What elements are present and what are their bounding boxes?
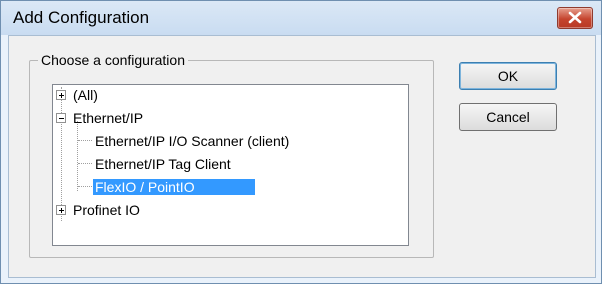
dialog-body: Choose a configuration (All) Ethernet/IP	[8, 35, 596, 278]
tree-node-label: FlexIO / PointIO	[93, 179, 255, 195]
close-icon	[568, 11, 582, 24]
tree-node-label: Profinet IO	[73, 202, 140, 218]
tree-node-label: Ethernet/IP I/O Scanner (client)	[95, 133, 290, 149]
expand-plus-icon[interactable]	[56, 90, 66, 100]
dialog-window: Add Configuration Choose a configuration…	[0, 0, 602, 284]
tree-node-flexio-pointio[interactable]: FlexIO / PointIO	[93, 178, 255, 196]
group-label: Choose a configuration	[38, 52, 188, 68]
dialog-title: Add Configuration	[13, 8, 150, 27]
ok-button[interactable]: OK	[459, 62, 557, 90]
tree-node-ethernet-ip-io-scanner[interactable]: Ethernet/IP I/O Scanner (client)	[93, 132, 291, 150]
tree-node-label: Ethernet/IP Tag Client	[95, 156, 231, 172]
cancel-button[interactable]: Cancel	[459, 103, 557, 131]
tree-node-ethernet-ip-tag-client[interactable]: Ethernet/IP Tag Client	[93, 155, 233, 173]
configuration-tree[interactable]: (All) Ethernet/IP Ethernet/IP I/O Scanne…	[52, 84, 409, 246]
close-button[interactable]	[557, 7, 593, 29]
title-bar[interactable]: Add Configuration	[1, 1, 601, 35]
tree-connector-line	[78, 186, 92, 187]
tree-node-all[interactable]: (All)	[56, 86, 100, 104]
tree-connector-line	[78, 163, 92, 164]
tree-node-label: (All)	[73, 87, 98, 103]
configuration-group: Choose a configuration (All) Ethernet/IP	[29, 52, 434, 258]
collapse-minus-icon[interactable]	[56, 113, 66, 123]
tree-connector-line	[77, 121, 78, 191]
expand-plus-icon[interactable]	[56, 205, 66, 215]
tree-node-label: Ethernet/IP	[73, 110, 144, 126]
tree-node-ethernet-ip[interactable]: Ethernet/IP	[56, 109, 145, 127]
tree-connector-line	[78, 140, 92, 141]
tree-node-profinet-io[interactable]: Profinet IO	[56, 201, 142, 219]
